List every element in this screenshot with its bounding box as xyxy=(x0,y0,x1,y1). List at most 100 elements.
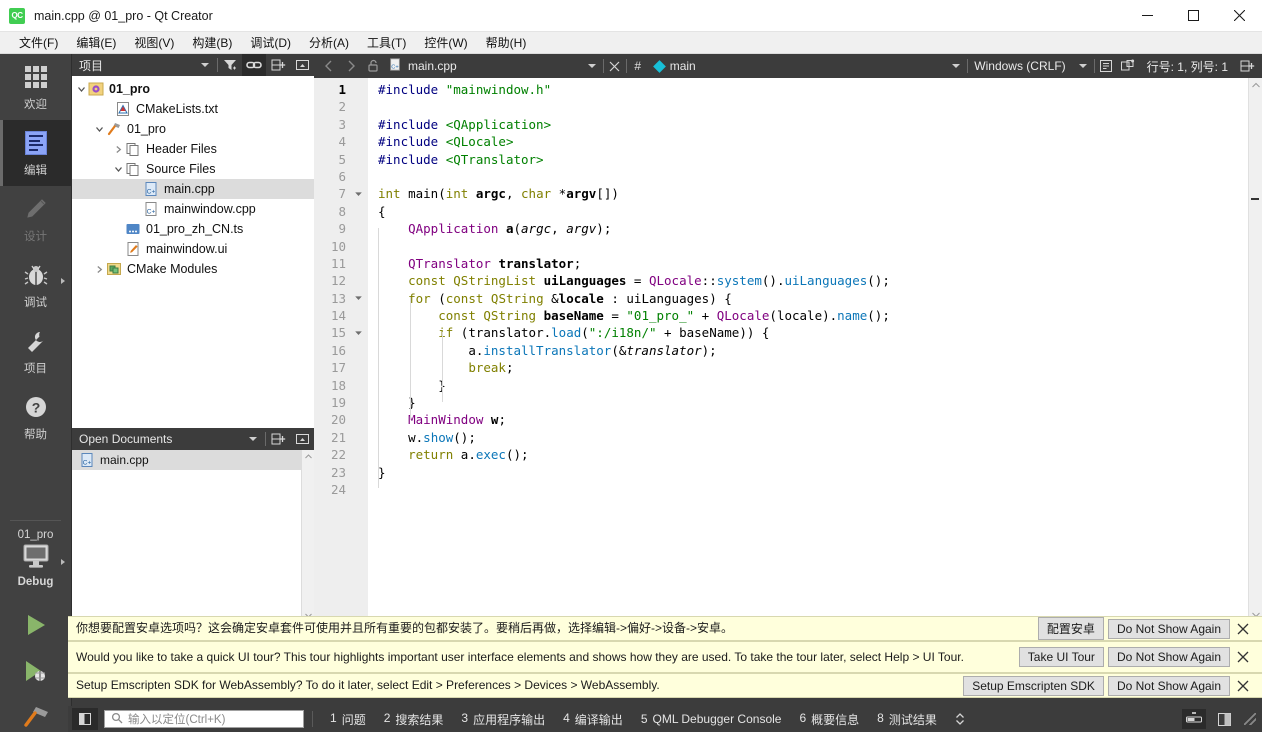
twisty-open-icon[interactable] xyxy=(94,119,105,139)
close-infobar-button[interactable] xyxy=(1230,680,1256,692)
configure-android-button[interactable]: 配置安卓 xyxy=(1037,617,1104,640)
encoding-dropdown[interactable] xyxy=(1072,54,1094,78)
code-line[interactable]: } xyxy=(368,394,1262,411)
code-line[interactable]: } xyxy=(368,377,1262,394)
tree-row-main-cpp[interactable]: C+ main.cpp xyxy=(72,179,314,199)
code-line[interactable]: QTranslator translator; xyxy=(368,255,1262,272)
close-infobar-button[interactable] xyxy=(1230,623,1256,635)
tree-row-cmake-modules[interactable]: CMake Modules xyxy=(72,259,314,279)
link-with-editor-button[interactable] xyxy=(242,54,266,76)
scroll-up-icon[interactable] xyxy=(302,450,314,463)
code-line[interactable]: int main(int argc, char *argv[]) xyxy=(368,185,1262,202)
filter-button[interactable] xyxy=(218,54,242,76)
code-line[interactable]: a.installTranslator(&translator); xyxy=(368,342,1262,359)
tree-row-target-01-pro[interactable]: 01_pro xyxy=(72,119,314,139)
pane-general-messages[interactable]: 6 概要信息 xyxy=(790,711,868,728)
navigate-forward-button[interactable] xyxy=(340,54,362,78)
tree-row-ui-file[interactable]: mainwindow.ui xyxy=(72,239,314,259)
opendocs-menu-button[interactable] xyxy=(241,428,265,450)
fold-collapse-icon[interactable] xyxy=(354,324,363,341)
menu-debug[interactable]: 调试(D) xyxy=(241,31,300,54)
code-text-area[interactable]: #include "mainwindow.h" #include <QAppli… xyxy=(368,78,1262,622)
mode-design[interactable]: 设计 xyxy=(0,186,71,252)
open-documents-list[interactable]: C+ main.cpp xyxy=(72,450,314,622)
twisty-closed-icon[interactable] xyxy=(94,259,105,279)
menu-edit[interactable]: 编辑(E) xyxy=(67,31,125,54)
code-line[interactable]: { xyxy=(368,203,1262,220)
code-line[interactable]: #include "mainwindow.h" xyxy=(368,81,1262,98)
editor-scrollbar[interactable] xyxy=(1248,78,1262,622)
code-line[interactable]: if (translator.load(":/i18n/" + baseName… xyxy=(368,324,1262,341)
code-line[interactable] xyxy=(368,168,1262,185)
code-line[interactable]: return a.exec(); xyxy=(368,446,1262,463)
fold-collapse-icon[interactable] xyxy=(354,290,363,307)
menu-analyze[interactable]: 分析(A) xyxy=(300,31,358,54)
editor-file-chip[interactable]: C+ main.cpp xyxy=(384,57,461,75)
editor-split-button[interactable] xyxy=(1236,54,1258,78)
editor-file-dropdown[interactable] xyxy=(581,54,603,78)
mode-debug[interactable]: 调试 xyxy=(0,252,71,318)
locator-input[interactable]: 输入以定位(Ctrl+K) xyxy=(104,710,304,728)
twisty-open-icon[interactable] xyxy=(76,79,87,99)
mode-help[interactable]: ? 帮助 xyxy=(0,384,71,450)
symbol-selector[interactable]: main xyxy=(652,59,696,73)
mode-welcome[interactable]: 欢迎 xyxy=(0,54,71,120)
tree-row-cmakelists[interactable]: CMakeLists.txt xyxy=(72,99,314,119)
pane-search-results[interactable]: 2 搜索结果 xyxy=(375,711,453,728)
tree-row-ts-file[interactable]: 01_pro_zh_CN.ts xyxy=(72,219,314,239)
setup-emscripten-sdk-button[interactable]: Setup Emscripten SDK xyxy=(963,675,1104,696)
menu-view[interactable]: 视图(V) xyxy=(125,31,183,54)
pane-qml-debugger-console[interactable]: 5 QML Debugger Console xyxy=(632,712,791,726)
line-wrap-button[interactable] xyxy=(1095,54,1117,78)
pane-updown-button[interactable] xyxy=(946,712,974,726)
project-panel-menu-button[interactable] xyxy=(193,54,217,76)
mode-edit[interactable]: 编辑 xyxy=(0,120,71,186)
run-button[interactable] xyxy=(18,610,54,640)
code-line[interactable]: w.show(); xyxy=(368,429,1262,446)
indent-button[interactable] xyxy=(1117,54,1139,78)
code-line[interactable]: QApplication a(argc, argv); xyxy=(368,220,1262,237)
opendocs-close-button[interactable] xyxy=(290,428,314,450)
output-pane-toggle-button[interactable] xyxy=(1212,709,1236,729)
do-not-show-again-button[interactable]: Do Not Show Again xyxy=(1107,675,1230,696)
code-line[interactable]: #include <QApplication> xyxy=(368,116,1262,133)
close-button[interactable] xyxy=(1216,0,1262,32)
code-line[interactable]: #include <QLocale> xyxy=(368,133,1262,150)
code-line[interactable]: for (const QString &locale : uiLanguages… xyxy=(368,290,1262,307)
tree-row-project-01-pro[interactable]: 01_pro xyxy=(72,79,314,99)
twisty-open-icon[interactable] xyxy=(113,159,124,179)
menu-build[interactable]: 构建(B) xyxy=(183,31,241,54)
close-document-button[interactable] xyxy=(604,54,626,78)
open-documents-scrollbar[interactable] xyxy=(301,450,314,622)
close-split-button[interactable] xyxy=(290,54,314,76)
code-line[interactable] xyxy=(368,481,1262,498)
tree-row-header-files[interactable]: Header Files xyxy=(72,139,314,159)
resize-grip-icon[interactable] xyxy=(1244,713,1256,725)
pane-test-results[interactable]: 8 测试结果 xyxy=(868,711,946,728)
debug-button[interactable] xyxy=(18,656,54,686)
tree-row-source-files[interactable]: Source Files xyxy=(72,159,314,179)
project-tree[interactable]: 01_pro CMakeLists.txt 01_pro Header File… xyxy=(72,76,314,424)
do-not-show-again-button[interactable]: Do Not Show Again xyxy=(1107,647,1230,667)
menu-widgets[interactable]: 控件(W) xyxy=(415,31,476,54)
minimize-button[interactable] xyxy=(1124,0,1170,32)
menu-help[interactable]: 帮助(H) xyxy=(477,31,536,54)
pane-compile-output[interactable]: 4 编译输出 xyxy=(554,711,632,728)
take-ui-tour-button[interactable]: Take UI Tour xyxy=(1018,647,1104,667)
code-editor[interactable]: 1 2 3 4 5 6 7 8 9 10 11 12 13 14 15 16 17 18 19 20 21 22 23 24 … xyxy=(314,78,1262,622)
twisty-closed-icon[interactable] xyxy=(113,139,124,159)
menu-tools[interactable]: 工具(T) xyxy=(358,31,415,54)
fold-collapse-icon[interactable] xyxy=(354,185,363,202)
symbol-dropdown[interactable] xyxy=(945,54,967,78)
code-line[interactable] xyxy=(368,98,1262,115)
sidebar-toggle-button[interactable] xyxy=(72,708,98,730)
do-not-show-again-button[interactable]: Do Not Show Again xyxy=(1107,618,1230,639)
lock-toggle-button[interactable] xyxy=(362,54,384,78)
code-line[interactable]: break; xyxy=(368,359,1262,376)
open-document-item-main-cpp[interactable]: C+ main.cpp xyxy=(72,450,314,470)
navigate-back-button[interactable] xyxy=(318,54,340,78)
code-line[interactable]: const QStringList uiLanguages = QLocale:… xyxy=(368,272,1262,289)
pane-issues[interactable]: 1 问题 xyxy=(321,711,375,728)
menu-file[interactable]: 文件(F) xyxy=(10,31,67,54)
opendocs-split-button[interactable] xyxy=(266,428,290,450)
